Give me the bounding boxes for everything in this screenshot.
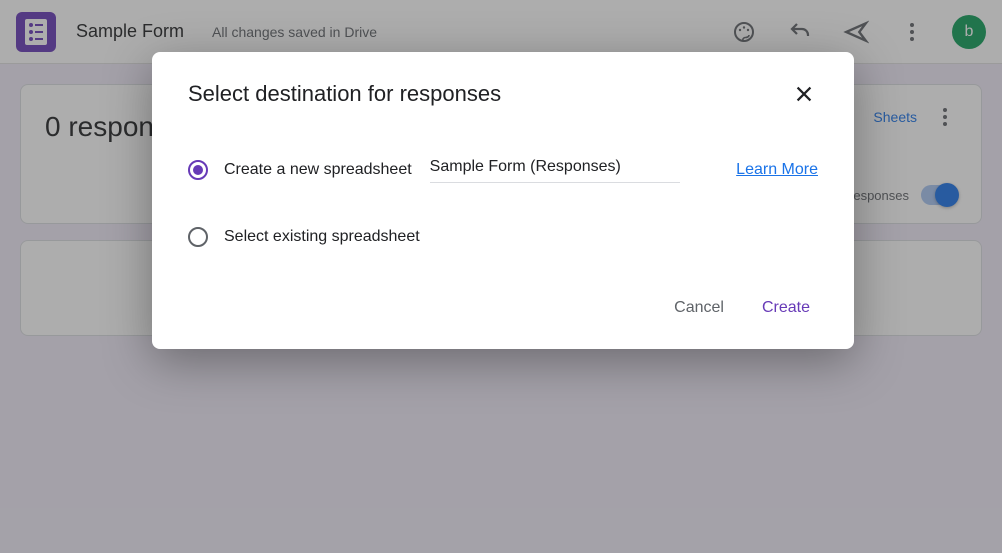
spreadsheet-name-input[interactable] — [430, 156, 680, 183]
app-root: Sample Form All changes saved in Drive b… — [0, 0, 1002, 553]
option-create-new-label: Create a new spreadsheet — [224, 161, 412, 179]
close-icon[interactable] — [790, 80, 818, 108]
option-create-new[interactable]: Create a new spreadsheet Learn More — [188, 156, 818, 183]
radio-select-existing[interactable] — [188, 227, 208, 247]
dialog-title: Select destination for responses — [188, 81, 501, 107]
radio-create-new[interactable] — [188, 160, 208, 180]
learn-more-link[interactable]: Learn More — [736, 161, 818, 179]
destination-dialog: Select destination for responses Create … — [152, 52, 854, 349]
option-select-existing[interactable]: Select existing spreadsheet — [188, 227, 818, 247]
option-select-existing-label: Select existing spreadsheet — [224, 228, 420, 246]
cancel-button[interactable]: Cancel — [670, 291, 728, 325]
create-button[interactable]: Create — [758, 291, 814, 325]
